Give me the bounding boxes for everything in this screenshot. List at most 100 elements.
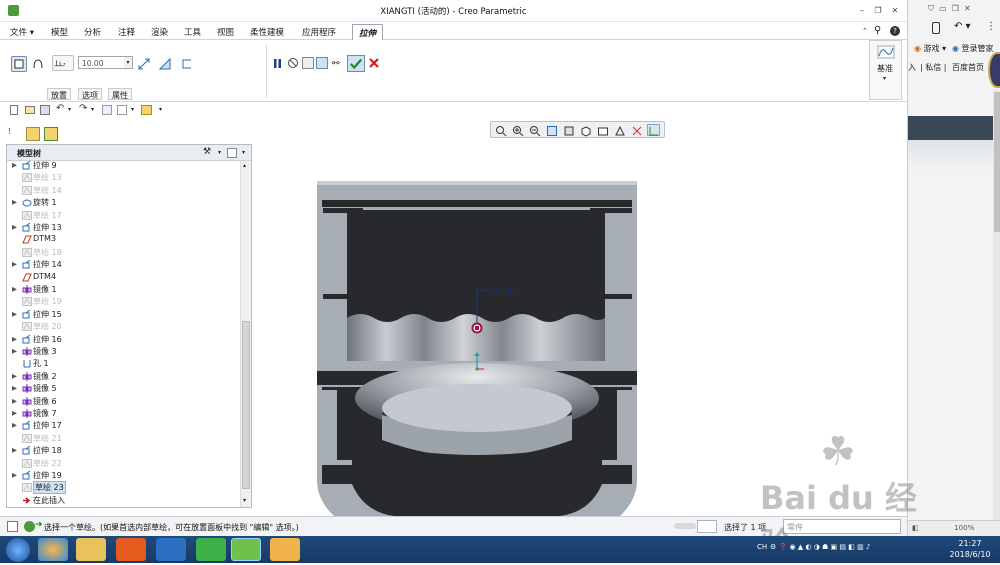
- expand-arrow-icon[interactable]: ▶: [12, 161, 17, 169]
- creo-taskbar-icon[interactable]: [231, 538, 261, 561]
- browser-toggle-icon[interactable]: [24, 521, 35, 532]
- tree-scrollbar[interactable]: ▴ ▾: [240, 161, 251, 507]
- ime-indicator[interactable]: CH: [757, 543, 767, 551]
- datum-display-icon[interactable]: [630, 124, 643, 136]
- app-taskbar-icon[interactable]: [156, 538, 186, 561]
- tab-placement[interactable]: 放置: [47, 88, 71, 100]
- menu-flexible-modeling[interactable]: 柔性建模: [250, 26, 284, 38]
- depth-option-button[interactable]: ▾: [52, 55, 74, 71]
- tray-icons[interactable]: ⚙ ❓ ◉ ▲ ◐ ◑ ☗ ▣ ▤ ◧ ▥ ♪: [770, 543, 870, 551]
- cancel-button[interactable]: [368, 57, 380, 69]
- repaint-icon[interactable]: [545, 124, 558, 136]
- browser-scrollbar[interactable]: [993, 90, 1000, 526]
- pause-icon[interactable]: [273, 58, 282, 69]
- thicken-sketch-button[interactable]: [179, 56, 195, 72]
- browser-link-3[interactable]: 百度首页: [952, 62, 984, 73]
- login-manager-link[interactable]: ◉ 登录管家: [952, 43, 994, 54]
- status-slider[interactable]: [674, 523, 696, 529]
- menu-model[interactable]: 模型: [51, 26, 68, 38]
- scroll-thumb[interactable]: [242, 321, 250, 489]
- open-icon[interactable]: [25, 106, 35, 114]
- selection-filter-icon[interactable]: [697, 520, 717, 533]
- close-window-icon[interactable]: [141, 105, 152, 115]
- 360-taskbar-icon[interactable]: [196, 538, 226, 561]
- undo-browser-icon[interactable]: ↶ ▾: [954, 21, 971, 32]
- menu-file[interactable]: 文件 ▾: [10, 26, 34, 38]
- restore-button[interactable]: ❐: [873, 6, 883, 15]
- menu-tools[interactable]: 工具: [184, 26, 201, 38]
- expand-arrow-icon[interactable]: ▶: [12, 285, 17, 293]
- customize-dropdown-icon[interactable]: ▾: [159, 106, 162, 113]
- folder-browser-tab-icon[interactable]: [26, 127, 40, 141]
- tab-properties[interactable]: 属性: [108, 88, 132, 100]
- expand-arrow-icon[interactable]: ▶: [12, 260, 17, 268]
- tree-settings-dropdown-icon[interactable]: ▾: [218, 149, 221, 156]
- expand-arrow-icon[interactable]: ▶: [12, 335, 17, 343]
- remove-material-button[interactable]: [157, 56, 173, 72]
- menu-annotate[interactable]: 注释: [118, 26, 135, 38]
- paint-taskbar-icon[interactable]: [270, 538, 300, 561]
- menu-view[interactable]: 视图: [217, 26, 234, 38]
- expand-arrow-icon[interactable]: ▶: [12, 198, 17, 206]
- browser-link-2[interactable]: | 私信 |: [920, 62, 947, 73]
- favorites-tab-icon[interactable]: [44, 127, 58, 141]
- expand-arrow-icon[interactable]: ▶: [12, 409, 17, 417]
- scroll-down-arrow-icon[interactable]: ▾: [243, 497, 246, 504]
- tree-settings-icon[interactable]: ⚒: [203, 147, 215, 159]
- scroll-up-arrow-icon[interactable]: ▴: [243, 162, 246, 169]
- expand-arrow-icon[interactable]: ▶: [12, 384, 17, 392]
- redo-icon[interactable]: ↷: [79, 103, 87, 114]
- menu-render[interactable]: 渲染: [151, 26, 168, 38]
- preview-icon[interactable]: [302, 57, 314, 69]
- minimize-ribbon-icon[interactable]: ⌃: [862, 27, 868, 35]
- saved-orientations-icon[interactable]: [579, 124, 592, 137]
- help-icon[interactable]: ?: [890, 26, 900, 36]
- view-manager-icon[interactable]: [596, 124, 609, 136]
- expand-arrow-icon[interactable]: ▶: [12, 446, 17, 454]
- solid-extrude-button[interactable]: [11, 56, 27, 72]
- windows-dropdown-icon[interactable]: ▾: [131, 106, 134, 113]
- menu-applications[interactable]: 应用程序: [302, 26, 336, 38]
- minimize-button[interactable]: –: [857, 6, 867, 15]
- new-icon[interactable]: [10, 105, 18, 115]
- phone-icon[interactable]: [932, 22, 940, 34]
- expand-arrow-icon[interactable]: ▶: [12, 397, 17, 405]
- redo-dropdown-icon[interactable]: ▾: [91, 106, 94, 113]
- save-icon[interactable]: [40, 105, 50, 115]
- expand-arrow-icon[interactable]: ▶: [12, 421, 17, 429]
- model-tree-tab-icon[interactable]: ⁝: [8, 127, 22, 141]
- more-icon[interactable]: ⋮: [986, 21, 996, 32]
- ok-button[interactable]: [347, 55, 365, 72]
- expand-arrow-icon[interactable]: ▶: [12, 471, 17, 479]
- tab-extrude[interactable]: 拉伸: [352, 24, 384, 40]
- no-preview-icon[interactable]: [287, 57, 299, 69]
- windows-icon[interactable]: [117, 105, 127, 115]
- zoom-in-icon[interactable]: [511, 124, 524, 137]
- start-button[interactable]: [6, 538, 30, 562]
- system-clock[interactable]: 21:27 2018/6/10: [944, 538, 996, 560]
- tree-show-dropdown-icon[interactable]: ▾: [242, 149, 245, 156]
- tab-options[interactable]: 选项: [78, 88, 102, 100]
- verify-mode-icon[interactable]: [316, 57, 328, 69]
- datum-button[interactable]: 基准 ▾: [869, 40, 902, 100]
- media-player-taskbar-icon[interactable]: [116, 538, 146, 561]
- browser-link-1[interactable]: 入: [908, 62, 916, 73]
- expand-arrow-icon[interactable]: ▶: [12, 223, 17, 231]
- zoom-out-icon[interactable]: [528, 124, 541, 137]
- depth-dropdown-icon[interactable]: ▾: [124, 56, 133, 69]
- navigator-toggle-icon[interactable]: [7, 521, 18, 532]
- undo-dropdown-icon[interactable]: ▾: [68, 106, 71, 113]
- regenerate-icon[interactable]: [102, 105, 112, 115]
- games-menu[interactable]: ◉ 游戏 ▾: [914, 43, 946, 54]
- browser-avatar[interactable]: [988, 52, 1000, 88]
- browser-taskbar-icon[interactable]: [38, 538, 68, 561]
- close-button[interactable]: ✕: [890, 6, 900, 15]
- flip-direction-button[interactable]: [136, 56, 152, 72]
- tree-show-icon[interactable]: [227, 148, 237, 158]
- display-style-icon[interactable]: [562, 124, 575, 136]
- annotation-display-icon[interactable]: [647, 124, 660, 136]
- surface-extrude-button[interactable]: [30, 56, 46, 72]
- search-icon[interactable]: ⚲: [874, 25, 881, 36]
- expand-arrow-icon[interactable]: ▶: [12, 347, 17, 355]
- perspective-icon[interactable]: [613, 124, 626, 136]
